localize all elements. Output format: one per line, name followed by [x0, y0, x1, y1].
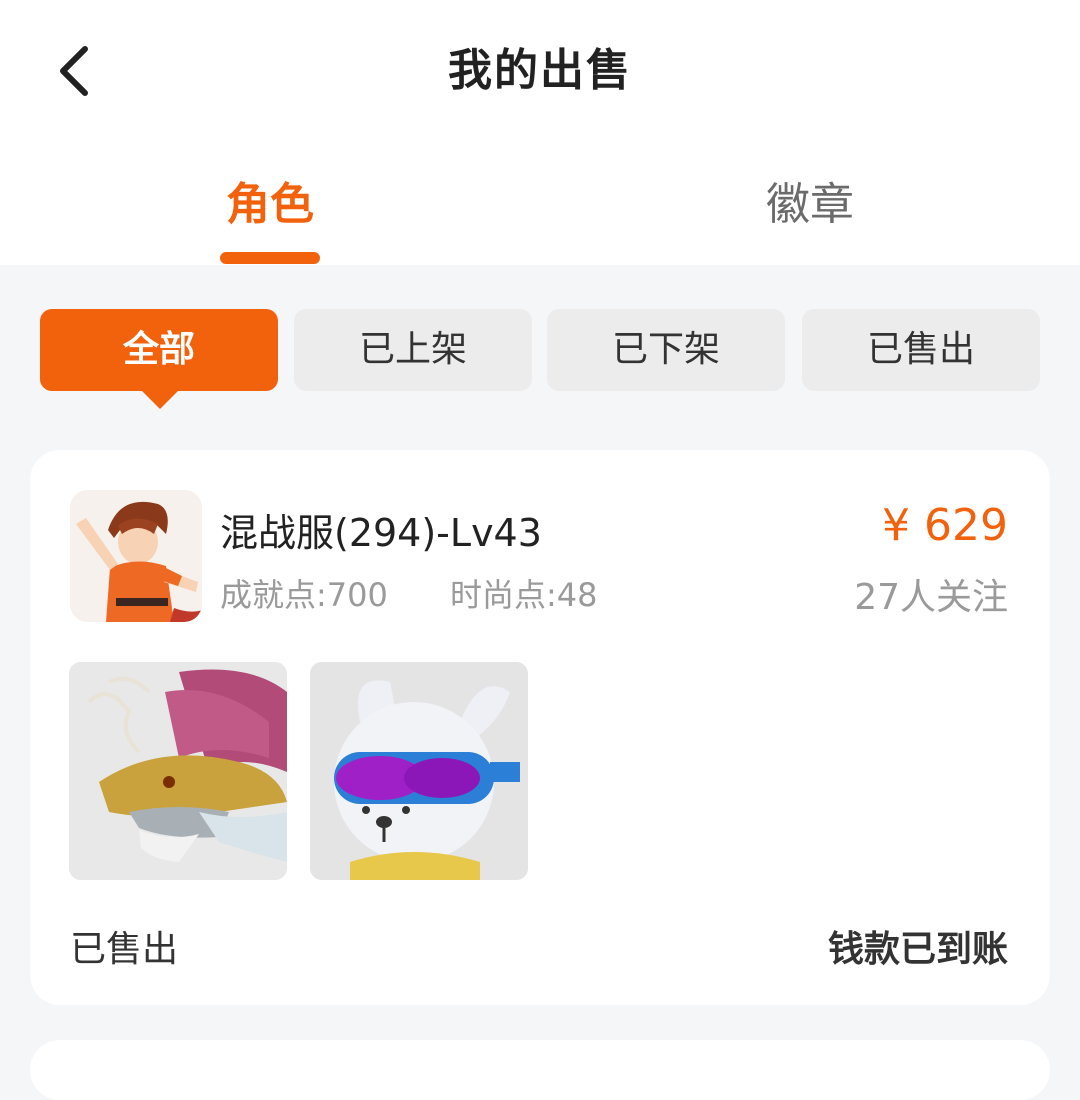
payment-status: 钱款已到账: [827, 929, 1008, 970]
price: ¥ 629: [882, 500, 1008, 551]
filter-listed[interactable]: 已上架: [294, 309, 532, 391]
filter-delisted[interactable]: 已下架: [547, 309, 785, 391]
tab-role[interactable]: 角色: [200, 170, 340, 240]
filter-all[interactable]: 全部: [40, 309, 278, 391]
header: 我的出售 角色 徽章: [0, 0, 1080, 265]
active-tab-indicator: [220, 252, 320, 264]
fashion-points: 时尚点:48: [450, 576, 598, 614]
listing-card[interactable]: 混战服(294)-Lv43 成就点:700 时尚点:48 ¥ 629 27人关注: [30, 450, 1050, 1005]
page-title: 我的出售: [448, 45, 632, 96]
tab-badge[interactable]: 徽章: [740, 170, 880, 240]
achievement-points: 成就点:700: [220, 576, 388, 614]
dragon-item-image: [69, 662, 287, 880]
active-filter-pointer: [140, 389, 180, 409]
character-name: 混战服(294)-Lv43: [220, 511, 542, 555]
character-avatar: [70, 490, 202, 622]
sale-status: 已售出: [70, 929, 179, 970]
dog-goggles-item-image: [310, 662, 528, 880]
filter-sold[interactable]: 已售出: [802, 309, 1040, 391]
follower-count: 27人关注: [854, 577, 1008, 618]
listing-card-next[interactable]: [30, 1040, 1050, 1100]
